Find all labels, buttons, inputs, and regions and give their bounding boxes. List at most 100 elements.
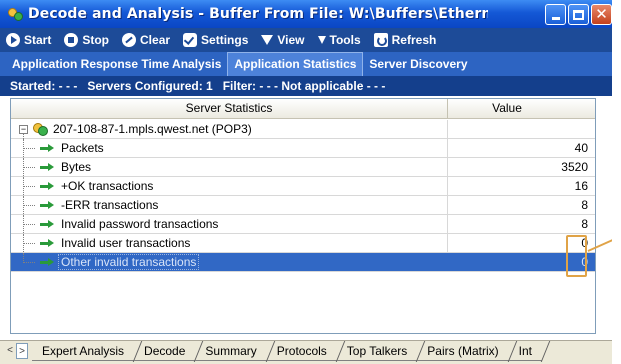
servers-configured-status: Servers Configured: 1: [87, 79, 213, 93]
stat-name-cell: +OK transactions: [11, 177, 448, 195]
tools-label: Tools: [329, 33, 361, 47]
settings-button[interactable]: Settings: [183, 33, 248, 47]
table-row[interactable]: Bytes 3520: [11, 158, 595, 177]
tab-server-discovery[interactable]: Server Discovery: [363, 53, 473, 76]
analysis-tabs: Application Response Time Analysis Appli…: [0, 52, 612, 76]
tree-branch: [23, 148, 35, 149]
server-cell: − 207-108-87-1.mpls.qwest.net (POP3): [11, 120, 448, 139]
stat-label: Invalid password transactions: [61, 217, 219, 231]
tree-branch: [23, 205, 35, 206]
title-bar[interactable]: Decode and Analysis - Buffer From File: …: [0, 0, 612, 28]
checkmark-icon: [183, 33, 198, 47]
minimize-icon: [551, 17, 560, 20]
server-icon: [33, 122, 48, 137]
close-icon: ✕: [595, 6, 608, 23]
view-label: View: [277, 33, 305, 47]
view-icon: [261, 35, 274, 45]
settings-label: Settings: [201, 33, 249, 47]
view-menu[interactable]: View: [261, 33, 305, 47]
table-row[interactable]: +OK transactions 16: [11, 177, 595, 196]
tab-top-talkers[interactable]: Top Talkers: [336, 341, 418, 361]
arrow-right-icon: [40, 163, 54, 172]
stat-label: +OK transactions: [61, 179, 154, 193]
start-button[interactable]: Start: [6, 33, 51, 47]
toolbar: Start Stop Clear Settings View Tools Ref…: [0, 28, 612, 52]
window-title: Decode and Analysis - Buffer From File: …: [28, 6, 488, 22]
arrow-right-icon: [40, 144, 54, 153]
stat-name-cell: Packets: [11, 139, 448, 157]
scroll-left-icon[interactable]: <: [4, 343, 16, 359]
eraser-icon: [122, 33, 137, 47]
table-row[interactable]: Invalid password transactions 8: [11, 215, 595, 234]
scroll-right-icon[interactable]: >: [16, 343, 28, 359]
tree-branch: [23, 186, 35, 187]
tab-protocols[interactable]: Protocols: [266, 341, 337, 361]
server-value: [448, 120, 595, 138]
window-controls: ✕: [545, 4, 612, 25]
server-row[interactable]: − 207-108-87-1.mpls.qwest.net (POP3): [11, 120, 595, 139]
stat-label: -ERR transactions: [61, 198, 159, 212]
started-status: Started: - - -: [10, 79, 78, 93]
app-icon: [8, 6, 24, 22]
collapse-icon[interactable]: −: [19, 125, 28, 134]
server-statistics-grid[interactable]: Server Statistics Value − 207-108-87-1.m…: [10, 98, 596, 334]
decode-analysis-window: Decode and Analysis - Buffer From File: …: [0, 0, 612, 364]
tab-int[interactable]: Int: [508, 341, 542, 361]
close-button[interactable]: ✕: [591, 4, 612, 25]
tab-application-statistics[interactable]: Application Statistics: [227, 52, 364, 76]
tab-scroll-arrows: < >: [4, 341, 28, 361]
status-bar: Started: - - - Servers Configured: 1 Fil…: [0, 76, 612, 96]
column-header-value[interactable]: Value: [448, 99, 595, 118]
tree-branch: [23, 262, 35, 263]
table-row[interactable]: Invalid user transactions 0: [11, 234, 595, 253]
tab-summary[interactable]: Summary: [195, 341, 267, 361]
stop-icon: [64, 33, 79, 47]
maximize-icon: [573, 9, 584, 20]
tab-pairs-matrix[interactable]: Pairs (Matrix): [417, 341, 509, 361]
maximize-button[interactable]: [568, 4, 589, 25]
stat-label: Other invalid transactions: [57, 254, 200, 270]
stat-name-cell: -ERR transactions: [11, 196, 448, 214]
stat-name-cell: Bytes: [11, 158, 448, 176]
bottom-tab-strip: < > Expert Analysis Decode Summary Proto…: [0, 340, 612, 364]
arrow-right-icon: [40, 220, 54, 229]
refresh-label: Refresh: [391, 33, 437, 47]
table-row-selected[interactable]: Other invalid transactions 0: [11, 253, 595, 272]
play-icon: [6, 33, 20, 47]
stat-value: 8: [581, 198, 588, 212]
tree-branch: [23, 167, 35, 168]
stat-value: 8: [581, 217, 588, 231]
stat-name-cell: Invalid user transactions: [11, 234, 448, 252]
arrow-right-icon: [40, 239, 54, 248]
stat-value: 3520: [561, 160, 588, 174]
tools-menu[interactable]: Tools: [317, 33, 361, 47]
grid-header: Server Statistics Value: [11, 99, 595, 119]
minimize-button[interactable]: [545, 4, 566, 25]
table-row[interactable]: -ERR transactions 8: [11, 196, 595, 215]
table-row[interactable]: Packets 40: [11, 139, 595, 158]
column-header-server-statistics[interactable]: Server Statistics: [11, 99, 448, 118]
tools-icon: [317, 36, 326, 44]
filter-status: Filter: - - - Not applicable - - -: [222, 79, 386, 93]
stat-name-cell: Other invalid transactions: [11, 253, 448, 271]
tab-expert-analysis[interactable]: Expert Analysis: [32, 341, 135, 361]
refresh-button[interactable]: Refresh: [373, 33, 437, 47]
tab-application-response-time[interactable]: Application Response Time Analysis: [6, 53, 227, 76]
refresh-icon: [373, 33, 388, 47]
stop-button[interactable]: Stop: [64, 33, 109, 47]
server-name: 207-108-87-1.mpls.qwest.net (POP3): [53, 122, 252, 136]
grid-rows: − 207-108-87-1.mpls.qwest.net (POP3) Pac…: [11, 120, 595, 272]
tree-branch: [23, 243, 35, 244]
tab-decode[interactable]: Decode: [134, 341, 196, 361]
stat-value: 16: [574, 179, 588, 193]
arrow-right-icon: [40, 201, 54, 210]
clear-button[interactable]: Clear: [122, 33, 170, 47]
stat-label: Invalid user transactions: [61, 236, 191, 250]
clear-label: Clear: [140, 33, 171, 47]
stat-label: Packets: [61, 141, 104, 155]
stop-label: Stop: [82, 33, 110, 47]
stat-label: Bytes: [61, 160, 92, 174]
start-label: Start: [24, 33, 52, 47]
tree-branch: [23, 224, 35, 225]
stat-name-cell: Invalid password transactions: [11, 215, 448, 233]
